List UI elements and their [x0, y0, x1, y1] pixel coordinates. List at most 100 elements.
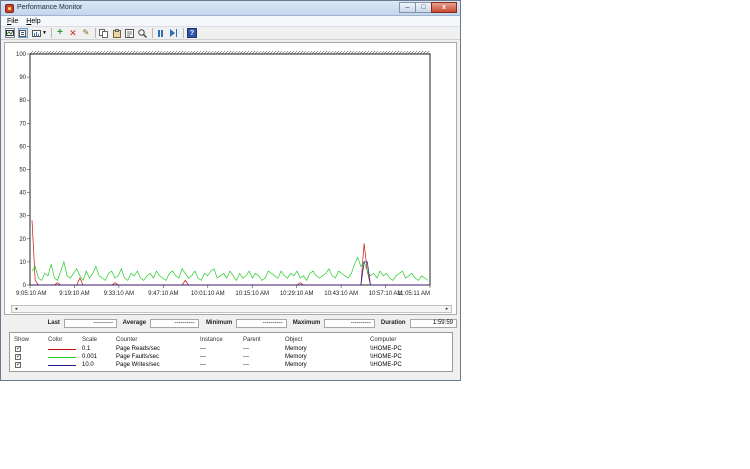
minimum-value: ---------- — [236, 318, 287, 328]
header-scale[interactable]: Scale — [82, 337, 97, 343]
cell-parent: --- — [243, 354, 249, 360]
scroll-left-icon[interactable]: ◂ — [12, 306, 20, 312]
minimum-label: Minimum — [205, 320, 233, 326]
y-tick-label: 10 — [19, 260, 26, 266]
chevron-down-icon[interactable]: ▼ — [42, 30, 47, 36]
x-tick-label: 11:05:11 AM — [397, 291, 430, 297]
toolbar-separator — [50, 28, 52, 38]
cell-object: Memory — [285, 362, 307, 368]
x-tick-label: 9:33:10 AM — [104, 291, 134, 297]
header-counter[interactable]: Counter — [116, 337, 137, 343]
show-checkbox[interactable]: ✓ — [15, 354, 21, 360]
x-tick-label: 9:47:10 AM — [148, 291, 178, 297]
header-computer[interactable]: Computer — [370, 337, 396, 343]
x-tick-label: 10:43:10 AM — [324, 291, 358, 297]
cell-computer: \\HOME-PC — [370, 346, 402, 352]
window-title: Performance Monitor — [17, 4, 83, 11]
cell-scale: 0.001 — [82, 354, 98, 360]
toolbar: ▼ + ✕ ✎ ? — [1, 27, 460, 40]
header-instance[interactable]: Instance — [200, 337, 223, 343]
header-parent[interactable]: Parent — [243, 337, 261, 343]
help-icon[interactable]: ? — [186, 28, 197, 38]
toolbar-separator — [151, 28, 153, 38]
step-play-icon — [170, 29, 176, 37]
legend-header-row: Show Color Scale Counter Instance Parent… — [10, 337, 452, 345]
scroll-right-icon[interactable]: ▸ — [443, 306, 451, 312]
cell-parent: --- — [243, 362, 249, 368]
y-tick-label: 80 — [19, 98, 26, 104]
toolbar-separator — [182, 28, 184, 38]
y-tick-label: 0 — [23, 283, 27, 289]
y-tick-label: 60 — [19, 144, 26, 150]
cell-computer: \\HOME-PC — [370, 362, 402, 368]
update-data-icon[interactable] — [169, 28, 179, 38]
pause-icon — [158, 29, 164, 37]
minimize-button[interactable]: – — [399, 2, 416, 13]
step-bar-icon — [176, 29, 178, 37]
color-swatch — [48, 349, 76, 350]
properties-icon[interactable] — [125, 28, 135, 38]
header-color[interactable]: Color — [48, 337, 62, 343]
close-button[interactable]: x — [431, 2, 457, 13]
statistics-bar: Last ---------- Average ---------- Minim… — [4, 316, 457, 330]
copy-properties-icon[interactable] — [99, 28, 109, 38]
title-bar[interactable]: Performance Monitor – □ x — [1, 1, 460, 16]
header-show[interactable]: Show — [14, 337, 29, 343]
legend-row[interactable]: ✓ 10.0 Page Writes/sec --- --- Memory \\HOME-P… — [10, 362, 452, 370]
last-value: ---------- — [63, 318, 118, 328]
paste-counter-list-icon[interactable] — [112, 28, 122, 38]
maximum-label: Maximum — [292, 320, 321, 326]
duration-label: Duration — [380, 320, 406, 326]
menu-help-rest: elp — [31, 17, 41, 25]
average-label: Average — [122, 320, 147, 326]
cell-scale: 10.0 — [82, 362, 94, 368]
view-log-data-icon[interactable] — [18, 28, 28, 38]
cell-object: Memory — [285, 354, 307, 360]
plot-frame — [29, 53, 431, 286]
counter-legend-table: Show Color Scale Counter Instance Parent… — [9, 332, 453, 372]
freeze-display-icon[interactable] — [156, 28, 166, 38]
caption-buttons: – □ x — [399, 2, 457, 13]
zoom-icon[interactable] — [138, 28, 148, 38]
cell-counter: Page Faults/sec — [116, 354, 160, 360]
graph-area[interactable]: 100 90 80 70 60 50 40 30 20 10 0 9:05:10 AM 9:19:10 … — [4, 42, 457, 315]
cell-counter: Page Reads/sec — [116, 346, 161, 352]
duration-value: 1:59:59 — [409, 318, 457, 328]
x-tick-label: 9:19:10 AM — [59, 291, 89, 297]
cell-scale: 0.1 — [82, 346, 91, 352]
performance-chart: 10090807060504030201009:05:10 AM 9:19:10 … — [16, 51, 431, 297]
y-tick-label: 20 — [19, 237, 26, 243]
average-value: ---------- — [150, 318, 199, 328]
color-swatch — [48, 357, 76, 358]
show-checkbox[interactable]: ✓ — [15, 362, 21, 368]
y-tick-label: 90 — [19, 75, 26, 81]
y-tick-label: 50 — [19, 168, 26, 174]
performance-monitor-app-icon — [5, 4, 14, 13]
y-tick-label: 70 — [19, 121, 26, 127]
show-checkbox[interactable]: ✓ — [15, 346, 21, 352]
cell-computer: \\HOME-PC — [370, 354, 402, 360]
menu-file-rest: ile — [11, 17, 19, 25]
maximize-button[interactable]: □ — [415, 2, 432, 13]
delete-counter-icon[interactable]: ✕ — [68, 28, 78, 38]
y-tick-label: 40 — [19, 191, 26, 197]
view-current-activity-icon[interactable] — [5, 28, 15, 38]
change-graph-type-icon[interactable] — [31, 28, 41, 38]
y-tick-label: 30 — [19, 214, 26, 220]
x-tick-label: 10:01:10 AM — [191, 291, 225, 297]
cell-instance: --- — [200, 362, 206, 368]
add-counter-icon[interactable]: + — [55, 28, 65, 38]
header-object[interactable]: Object — [285, 337, 302, 343]
menu-help[interactable]: Help — [26, 18, 40, 25]
legend-row[interactable]: ✓ 0.001 Page Faults/sec --- --- Memory \\HOME-… — [10, 354, 452, 362]
x-tick-label: 10:15:10 AM — [235, 291, 269, 297]
time-scrollbar[interactable]: ◂ ▸ — [11, 305, 452, 313]
menu-file[interactable]: File — [7, 18, 18, 25]
x-tick-label: 9:05:10 AM — [16, 291, 46, 297]
performance-monitor-window: Performance Monitor – □ x File Help ▼ + … — [0, 0, 461, 381]
legend-row[interactable]: ✓ 0.1 Page Reads/sec --- --- Memory \\HOME-PC — [10, 346, 452, 354]
cell-instance: --- — [200, 346, 206, 352]
highlight-icon[interactable]: ✎ — [81, 28, 91, 38]
menu-bar: File Help — [1, 16, 460, 27]
cell-counter: Page Writes/sec — [116, 362, 160, 368]
